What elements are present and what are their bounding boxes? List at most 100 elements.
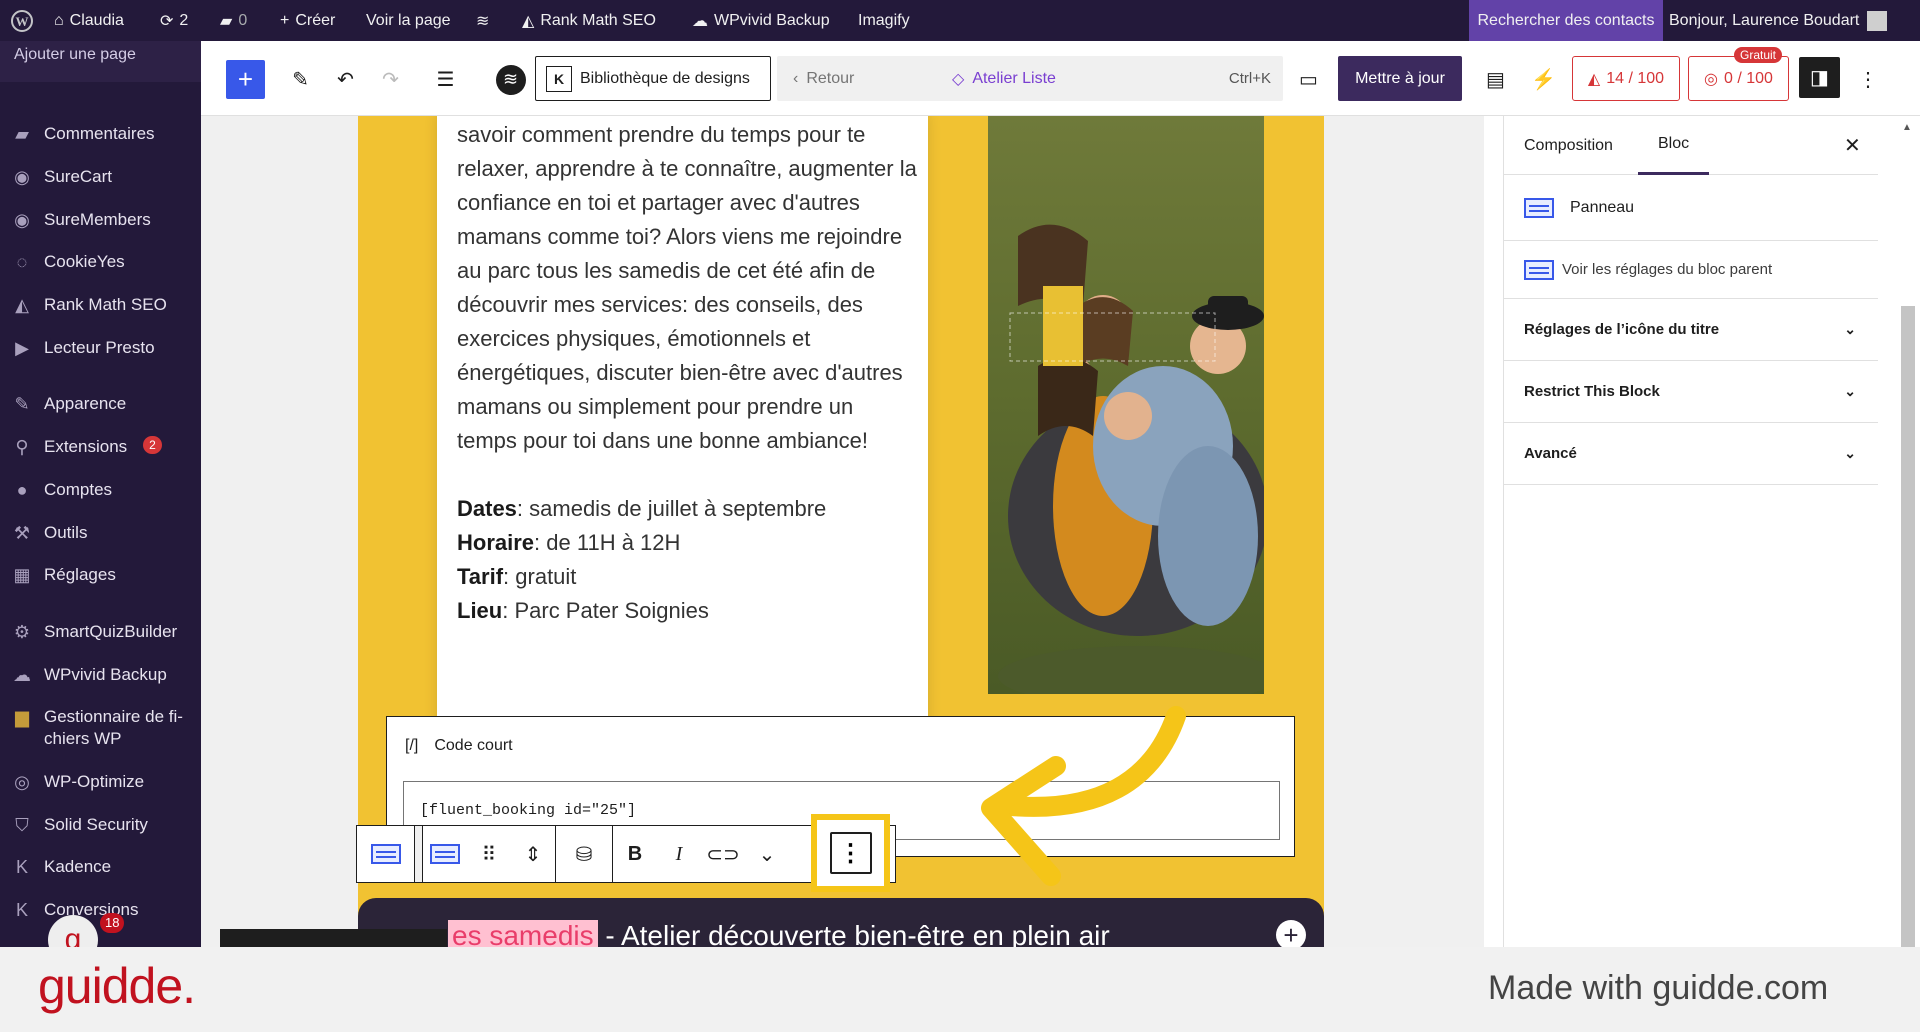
search-contacts-button[interactable]: Rechercher des contacts bbox=[1469, 0, 1663, 41]
group-photo[interactable] bbox=[988, 116, 1264, 694]
link-icon: ⊂⊃ bbox=[706, 843, 740, 866]
seo-score-button[interactable]: ◭ 14 / 100 bbox=[1572, 56, 1680, 101]
shortcut-hint: Ctrl+K bbox=[1228, 70, 1271, 87]
panel-block-icon bbox=[1524, 197, 1554, 218]
bold-button[interactable]: B bbox=[613, 826, 657, 882]
edit-tool-button[interactable]: ✎ bbox=[281, 60, 320, 99]
move-up-down-button[interactable]: ⇕ bbox=[511, 826, 555, 882]
spectra-button[interactable]: ≋ bbox=[491, 60, 530, 99]
layers-icon[interactable]: ≋ bbox=[476, 0, 489, 41]
redo-button[interactable]: ↷ bbox=[371, 60, 410, 99]
more-formatting-button[interactable]: ⌄ bbox=[745, 826, 789, 882]
sidebar-item-cookieyes[interactable]: ◌ CookieYes bbox=[0, 251, 201, 273]
block-options-button[interactable]: ⋮ bbox=[811, 814, 890, 892]
parent-settings-button[interactable]: Voir les réglages du bloc parent bbox=[1504, 241, 1878, 299]
sidebar-item-suremembers[interactable]: ◉ SureMembers bbox=[0, 209, 201, 231]
link-button[interactable]: ⊂⊃ bbox=[701, 826, 745, 882]
sidebar-item-commentaires[interactable]: ▰ Commentaires bbox=[0, 123, 201, 145]
tooltip-bar bbox=[220, 929, 447, 947]
block-type-button[interactable] bbox=[423, 826, 467, 882]
settings-sidebar-toggle[interactable]: ◨ bbox=[1799, 57, 1840, 98]
sidebar-item-file-manager[interactable]: ▆ Gestionnaire de fi-chiers WP bbox=[0, 706, 195, 750]
sidebar-item-solid-security[interactable]: ⛉ Solid Security bbox=[0, 814, 201, 836]
back-link[interactable]: ‹ Retour bbox=[793, 56, 854, 101]
sidebar-item-comptes[interactable]: ● Comptes bbox=[0, 479, 201, 501]
pencil-icon: ✎ bbox=[292, 69, 309, 91]
editor-canvas[interactable]: savoir comment prendre du temps pour te … bbox=[201, 116, 1484, 947]
readability-score-button[interactable]: ◎ 0 / 100 Gratuit bbox=[1688, 47, 1789, 101]
bold-icon: B bbox=[627, 842, 643, 865]
panel-block-icon bbox=[370, 844, 401, 864]
document-overview-button[interactable]: ☰ bbox=[426, 60, 465, 99]
details-list[interactable]: Dates: samedis de juillet à septembre Ho… bbox=[457, 492, 917, 628]
sidebar-item-outils[interactable]: ⚒ Outils bbox=[0, 522, 201, 544]
sidebar-item-apparence[interactable]: ✎ Apparence bbox=[0, 393, 201, 415]
sidebar-item-lecteur-presto[interactable]: ▶ Lecteur Presto bbox=[0, 337, 201, 359]
update-button[interactable]: Mettre à jour bbox=[1338, 56, 1462, 101]
panel-restrict-block[interactable]: Restrict This Block ⌄ bbox=[1504, 361, 1878, 423]
wpvivid-link[interactable]: ☁ WPvivid Backup bbox=[692, 0, 830, 41]
add-block-button[interactable]: + bbox=[226, 60, 265, 99]
account-menu[interactable]: Bonjour, Laurence Boudart bbox=[1669, 0, 1888, 41]
list-view-icon: ☰ bbox=[436, 69, 455, 91]
edit-screen-button[interactable]: ▤ bbox=[1476, 60, 1515, 99]
design-library-button[interactable]: K Bibliothèque de designs bbox=[535, 56, 771, 101]
sidebar-item-wp-optimize[interactable]: ◎ WP-Optimize bbox=[0, 771, 201, 793]
tab-bloc[interactable]: Bloc bbox=[1638, 116, 1710, 175]
sidebar-item-extensions[interactable]: ⚲ Extensions 2 bbox=[0, 436, 201, 458]
page-scrollbar[interactable]: ▲ bbox=[1880, 116, 1920, 947]
wordpress-logo-icon[interactable]: W bbox=[10, 0, 34, 41]
dynamic-content-button[interactable]: ⛁ bbox=[556, 826, 612, 882]
tab-composition[interactable]: Composition bbox=[1524, 116, 1613, 175]
panel-title-icon-settings[interactable]: Réglages de l’icône du titre ⌄ bbox=[1504, 299, 1878, 361]
close-inspector-button[interactable]: ✕ bbox=[1844, 116, 1861, 175]
block-name: Panneau bbox=[1570, 198, 1635, 216]
chevron-left-icon: ‹ bbox=[793, 69, 799, 87]
more-options-button[interactable]: ⋮ bbox=[1853, 60, 1883, 99]
sidebar-item-wpvivid[interactable]: ☁ WPvivid Backup bbox=[0, 664, 201, 686]
kadence-icon: K bbox=[546, 65, 572, 92]
block-card: Panneau bbox=[1504, 175, 1878, 241]
site-name-link[interactable]: ⌂ Claudia bbox=[54, 0, 124, 41]
vertical-dots-icon: ⋮ bbox=[829, 832, 872, 874]
close-icon: ✕ bbox=[1844, 135, 1861, 157]
view-page-link[interactable]: Voir la page bbox=[366, 0, 451, 41]
parent-block-selector[interactable] bbox=[357, 826, 415, 882]
text-block[interactable]: savoir comment prendre du temps pour te … bbox=[457, 118, 917, 628]
document-title[interactable]: ◇ Atelier Liste bbox=[952, 56, 1056, 101]
sidebar-item-reglages[interactable]: ▦ Réglages bbox=[0, 564, 201, 586]
command-bar[interactable]: ‹ Retour ◇ Atelier Liste Ctrl+K bbox=[777, 56, 1283, 101]
updates-link[interactable]: ⟳ 2 bbox=[160, 0, 188, 41]
sidebar-item-surecart[interactable]: ◉ SureCart bbox=[0, 166, 201, 188]
page-scrollbar-thumb[interactable] bbox=[1901, 306, 1915, 947]
next-section-heading[interactable]: es samedis - Atelier découverte bien-êtr… bbox=[358, 898, 1324, 947]
plus-circle-icon[interactable]: + bbox=[1276, 920, 1306, 947]
folder-icon: ▆ bbox=[15, 707, 29, 727]
sidebar-item-smartquizbuilder[interactable]: ⚙ SmartQuizBuilder bbox=[0, 621, 201, 643]
description-paragraph[interactable]: savoir comment prendre du temps pour te … bbox=[457, 118, 917, 458]
brush-icon: ✎ bbox=[14, 394, 30, 414]
kadence-icon: K bbox=[15, 857, 28, 877]
create-link[interactable]: + Créer bbox=[280, 0, 335, 41]
drag-handle[interactable]: ⠿ bbox=[467, 826, 511, 882]
guidde-footer: guidde. Made with guidde.com bbox=[0, 947, 1920, 1032]
rankmath-link[interactable]: ◭ Rank Math SEO bbox=[522, 0, 656, 41]
comments-link[interactable]: ▰ 0 bbox=[220, 0, 247, 41]
undo-icon: ↶ bbox=[337, 69, 354, 91]
preview-button[interactable]: ▭ bbox=[1289, 60, 1328, 99]
sidebar-item-kadence[interactable]: K Kadence bbox=[0, 856, 201, 878]
sidebar-item-add-page[interactable]: Ajouter une page bbox=[0, 41, 201, 82]
laptop-icon: ▭ bbox=[1299, 69, 1318, 91]
italic-button[interactable]: I bbox=[657, 826, 701, 882]
sidebar-item-rankmath[interactable]: ◭ Rank Math SEO bbox=[0, 294, 201, 316]
panel-advanced[interactable]: Avancé ⌄ bbox=[1504, 423, 1878, 485]
comment-icon: ▰ bbox=[15, 124, 29, 144]
detail-tarif: Tarif: gratuit bbox=[457, 564, 577, 589]
toolbar-gap bbox=[415, 826, 423, 882]
performance-button[interactable]: ⚡ bbox=[1524, 60, 1563, 99]
undo-button[interactable]: ↶ bbox=[326, 60, 365, 99]
scroll-up-arrow-icon[interactable]: ▲ bbox=[1902, 122, 1912, 133]
shortcode-icon: [/] bbox=[405, 737, 419, 754]
performance-icon: ⚡ bbox=[1531, 69, 1556, 91]
imagify-link[interactable]: Imagify bbox=[858, 0, 910, 41]
